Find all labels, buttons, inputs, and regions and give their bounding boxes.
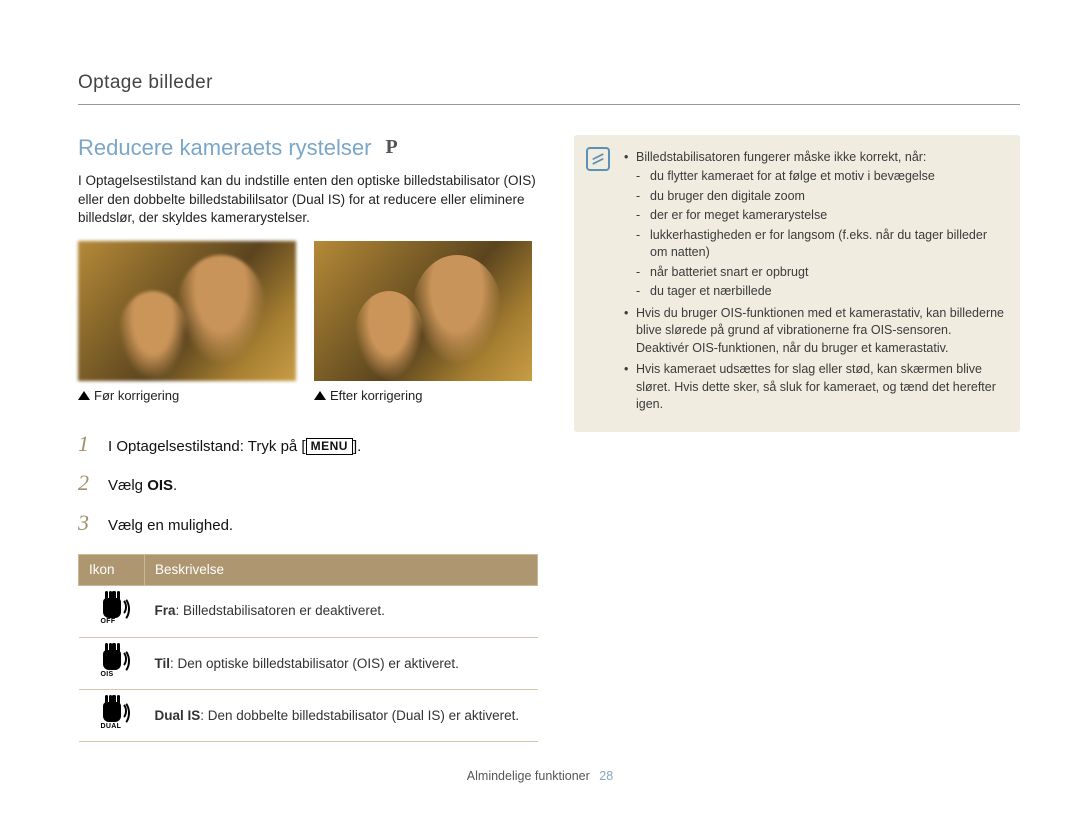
step-text-pre: I Optagelsestilstand: Tryk på [: [108, 438, 306, 455]
option-text: : Billedstabilisatoren er deaktiveret.: [176, 603, 385, 618]
note-text: Billedstabilisatoren fungerer måske ikke…: [636, 150, 926, 164]
footer-page-number: 28: [599, 769, 613, 783]
menu-button-label: MENU: [306, 438, 353, 455]
step-text-post: ].: [353, 438, 361, 455]
note-subitem: du tager et nærbillede: [636, 283, 1004, 301]
photo-captions: Før korrigering Efter korrigering: [78, 387, 538, 405]
steps-list: 1 I Optagelsestilstand: Tryk på [MENU]. …: [78, 429, 538, 538]
breadcrumb: Optage billeder: [78, 70, 1020, 96]
step-text: I Optagelsestilstand: Tryk på [MENU].: [108, 437, 361, 457]
photo-before-correction: [78, 241, 296, 381]
step-number: 3: [78, 508, 96, 538]
note-subitem: du flytter kameraet for at følge et moti…: [636, 168, 1004, 186]
table-header-icon: Ikon: [79, 554, 145, 585]
ois-dual-icon: DUAL: [79, 690, 145, 742]
divider: [78, 104, 1020, 105]
step-text-pre: Vælg en mulighed.: [108, 517, 233, 534]
note-item: Billedstabilisatoren fungerer måske ikke…: [624, 149, 1004, 301]
triangle-up-icon: [314, 391, 326, 400]
step-number: 1: [78, 429, 96, 459]
triangle-up-icon: [78, 391, 90, 400]
step-text: Vælg OIS.: [108, 476, 177, 496]
option-text: : Den optiske billedstabilisator (OIS) e…: [170, 656, 459, 671]
caption-before: Før korrigering: [78, 387, 296, 405]
note-item: Hvis kameraet udsættes for slag eller st…: [624, 361, 1004, 414]
section-heading: Reducere kameraets rystelser P: [78, 133, 538, 163]
step-3: 3 Vælg en mulighed.: [78, 508, 538, 538]
table-row: OFF Fra: Billedstabilisatoren er deaktiv…: [79, 585, 538, 637]
option-label: Dual IS: [155, 708, 201, 723]
note-subitem: lukkerhastigheden er for langsom (f.eks.…: [636, 227, 1004, 262]
example-photos: [78, 241, 538, 381]
caption-before-text: Før korrigering: [94, 387, 179, 405]
left-column: Reducere kameraets rystelser P I Optagel…: [78, 133, 538, 743]
option-label: Fra: [155, 603, 176, 618]
mode-indicator: P: [385, 134, 397, 161]
icon-sub-label: DUAL: [101, 722, 122, 731]
table-cell-desc: Dual IS: Den dobbelte billedstabilisator…: [145, 690, 538, 742]
step-text: Vælg en mulighed.: [108, 516, 233, 536]
step-text-pre: Vælg: [108, 477, 147, 494]
content-columns: Reducere kameraets rystelser P I Optagel…: [78, 133, 1020, 743]
step-text-bold: OIS: [147, 477, 173, 494]
note-icon: [586, 147, 610, 171]
table-row: OIS Til: Den optiske billedstabilisator …: [79, 638, 538, 690]
table-row: DUAL Dual IS: Den dobbelte billedstabili…: [79, 690, 538, 742]
option-text: : Den dobbelte billedstabilisator (Dual …: [200, 708, 519, 723]
footer-section: Almindelige funktioner: [467, 769, 590, 783]
step-1: 1 I Optagelsestilstand: Tryk på [MENU].: [78, 429, 538, 459]
note-box: Billedstabilisatoren fungerer måske ikke…: [574, 135, 1020, 432]
heading-text: Reducere kameraets rystelser: [78, 133, 371, 163]
options-table: Ikon Beskrivelse OFF Fra: Billedstabilis…: [78, 554, 538, 743]
icon-sub-label: OFF: [101, 617, 116, 626]
note-subitem: når batteriet snart er opbrugt: [636, 264, 1004, 282]
step-2: 2 Vælg OIS.: [78, 468, 538, 498]
step-number: 2: [78, 468, 96, 498]
photo-after-correction: [314, 241, 532, 381]
icon-sub-label: OIS: [101, 670, 114, 679]
note-subitem: der er for meget kamerarystelse: [636, 207, 1004, 225]
ois-on-icon: OIS: [79, 638, 145, 690]
table-cell-desc: Til: Den optiske billedstabilisator (OIS…: [145, 638, 538, 690]
option-label: Til: [155, 656, 171, 671]
table-header-desc: Beskrivelse: [145, 554, 538, 585]
intro-paragraph: I Optagelsestilstand kan du indstille en…: [78, 172, 538, 227]
note-item: Hvis du bruger OIS-funktionen med et kam…: [624, 305, 1004, 358]
ois-off-icon: OFF: [79, 585, 145, 637]
right-column: Billedstabilisatoren fungerer måske ikke…: [574, 133, 1020, 743]
caption-after: Efter korrigering: [314, 387, 532, 405]
page-footer: Almindelige funktioner 28: [0, 768, 1080, 785]
note-subitem: du bruger den digitale zoom: [636, 188, 1004, 206]
caption-after-text: Efter korrigering: [330, 387, 422, 405]
manual-page: Optage billeder Reducere kameraets ryste…: [0, 0, 1080, 815]
step-text-post: .: [173, 477, 177, 494]
table-cell-desc: Fra: Billedstabilisatoren er deaktiveret…: [145, 585, 538, 637]
